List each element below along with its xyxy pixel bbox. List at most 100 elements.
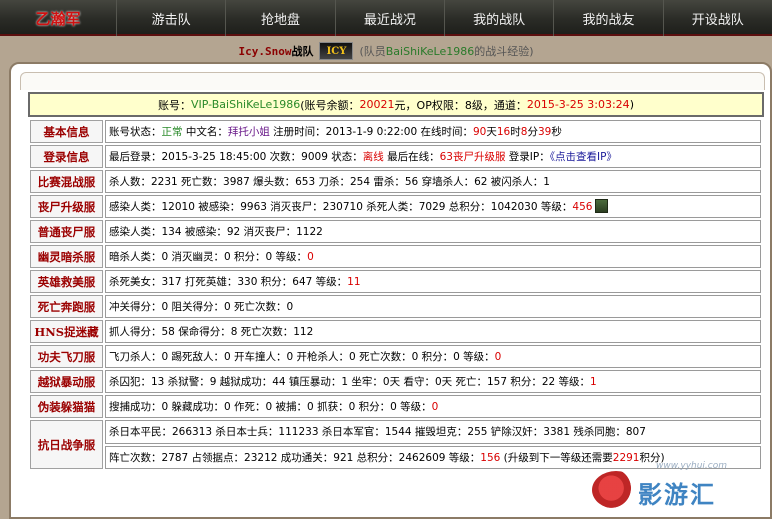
row-value-seg: (升级到下一等级还需要 <box>500 451 613 464</box>
nav-my-team[interactable]: 我的战队 <box>443 0 553 36</box>
stats-row: 英雄救美服 杀死美女：317 打死英雄：330 积分：647 等级：11 <box>30 270 761 293</box>
row-value-seg: 63丧尸升级服 <box>439 151 506 163</box>
row-values: 抓人得分：58 保命得分：8 死亡次数：112 <box>105 320 761 343</box>
row-value-seg: 时 <box>510 126 521 138</box>
stats-row: HNS捉迷藏 抓人得分：58 保命得分：8 死亡次数：112 <box>30 320 761 343</box>
stats-row: 幽灵暗杀服 暗杀人类：0 消灭幽灵：0 积分：0 等级：0 <box>30 245 761 268</box>
row-value-seg: 冲关得分：0 阻关得分：0 死亡次数：0 <box>109 301 294 313</box>
row-value-seg: 秒 <box>551 126 562 138</box>
row-values: 账号状态：正常 中文名：拜托小姐 注册时间：2013-1-9 0:22:00 在… <box>105 120 761 143</box>
row-value-seg: 0 <box>494 351 502 363</box>
row-values: 冲关得分：0 阻关得分：0 死亡次数：0 <box>105 295 761 318</box>
stats-panel: 账号： VIP-BaiShiKeLe1986 (账号余额： 20021 元，OP… <box>9 62 772 519</box>
row-category: 比赛混战服 <box>30 170 103 193</box>
row-value-seg: 0 <box>307 251 314 263</box>
row-value-seg: 最后登录：2015-3-25 18:45:00 次数：9009 状态： <box>109 151 363 163</box>
stats-row: 基本信息 账号状态：正常 中文名：拜托小姐 注册时间：2013-1-9 0:22:… <box>30 120 761 143</box>
row-category: 基本信息 <box>30 120 103 143</box>
row-value-seg: 39 <box>537 126 552 138</box>
row-value-seg: 456 <box>572 201 593 213</box>
account-balance: 20021 <box>359 98 395 111</box>
row-value-seg: 天 <box>486 126 497 138</box>
stats-row: 抗日战争服 杀日本平民：266313 杀日本士兵：111233 杀日本军官：154… <box>30 420 761 469</box>
row-values: 阵亡次数：2787 占领据点：23212 成功通关：921 总积分：246260… <box>105 445 761 469</box>
row-value-seg: 登录IP： <box>505 151 550 163</box>
note-suffix: 的战斗经验) <box>474 45 534 58</box>
account-id: VIP-BaiShiKeLe1986 <box>191 98 301 111</box>
panel-inner: 账号： VIP-BaiShiKeLe1986 (账号余额： 20021 元，OP… <box>26 92 772 471</box>
balance-label: (账号余额： <box>300 98 360 112</box>
stats-row: 登录信息 最后登录：2015-3-25 18:45:00 次数：9009 状态：离… <box>30 145 761 168</box>
stats-row: 越狱暴动服 杀囚犯：13 杀狱警：9 越狱成功：44 镇压暴动：1 坐牢：0天 看… <box>30 370 761 393</box>
row-value-seg: 90 <box>473 126 487 138</box>
row-value-seg: 暗杀人类：0 消灭幽灵：0 积分：0 等级： <box>109 251 308 263</box>
row-category: HNS捉迷藏 <box>30 320 103 343</box>
row-value-seg: 11 <box>347 276 361 288</box>
row-category: 越狱暴动服 <box>30 370 103 393</box>
row-values: 暗杀人类：0 消灭幽灵：0 积分：0 等级：0 <box>105 245 761 268</box>
row-value-seg: 拜托小姐 <box>227 126 270 138</box>
site-logo[interactable]: 乙瀚军 <box>0 0 116 36</box>
channel-expire: 2015-3-25 3:03:24 <box>526 98 630 111</box>
team-badge-icon: ICY <box>319 42 354 60</box>
row-value-seg: 账号状态： <box>109 126 162 138</box>
player-avatar-icon <box>595 199 609 213</box>
panel-frame <box>20 72 765 90</box>
row-values: 搜捕成功：0 躲藏成功：0 作死：0 被捕：0 抓获：0 积分：0 等级：0 <box>105 395 761 418</box>
nav-create-team[interactable]: 开设战队 <box>662 0 772 36</box>
row-category: 抗日战争服 <box>30 420 103 469</box>
account-label: 账号： <box>158 98 192 112</box>
nav-recent-battles[interactable]: 最近战况 <box>334 0 444 36</box>
row-value-seg: 156 <box>480 451 501 464</box>
row-value-seg: 注册时间：2013-1-9 0:22:00 在线时间： <box>269 126 473 138</box>
row-value-seg: 0 <box>431 401 439 413</box>
team-name[interactable]: Icy.Snow <box>238 45 291 58</box>
stats-row: 普通丧尸服 感染人类：134 被感染：92 消灭丧尸：1122 <box>30 220 761 243</box>
stats-row: 阵亡次数：2787 占领据点：23212 成功通关：921 总积分：246260… <box>30 445 761 469</box>
row-value-seg: 16 <box>496 126 511 138</box>
row-value-seg: 感染人类：12010 被感染：9963 消灭丧尸：230710 杀死人类：702… <box>109 201 573 213</box>
team-header: Icy.Snow 战队 ICY (队员BaiShiKeLe1986的战斗经验) <box>0 38 772 64</box>
row-value-seg: 阵亡次数：2787 占领据点：23212 成功通关：921 总积分：246260… <box>109 451 481 464</box>
balance-unit: 元，OP权限：8级，通道： <box>394 98 527 112</box>
row-values: 飞刀杀人：0 踢死敌人：0 开车撞人：0 开枪杀人：0 死亡次数：0 积分：0 … <box>105 345 761 368</box>
row-category: 伪装躲猫猫 <box>30 395 103 418</box>
nav-territory[interactable]: 抢地盘 <box>225 0 334 36</box>
account-summary: 账号： VIP-BaiShiKeLe1986 (账号余额： 20021 元，OP… <box>28 92 764 117</box>
row-value-seg: 2291 <box>612 451 640 464</box>
row-category: 登录信息 <box>30 145 103 168</box>
row-category: 死亡奔跑服 <box>30 295 103 318</box>
row-value-seg: 杀人数：2231 死亡数：3987 爆头数：653 刀杀：254 雷杀：56 穿… <box>109 176 550 188</box>
stats-row: 比赛混战服 杀人数：2231 死亡数：3987 爆头数：653 刀杀：254 雷杀… <box>30 170 761 193</box>
account-close: ) <box>629 98 634 111</box>
row-value-seg[interactable]: 《点击查看IP》 <box>550 151 617 163</box>
row-value-seg: 杀囚犯：13 杀狱警：9 越狱成功：44 镇压暴动：1 坐牢：0天 看守：0天 … <box>109 376 591 388</box>
note-prefix: (队员 <box>359 45 386 58</box>
row-value-seg: 分 <box>527 126 538 138</box>
row-value-seg: 抓人得分：58 保命得分：8 死亡次数：112 <box>109 326 314 338</box>
nav-my-comrades[interactable]: 我的战友 <box>553 0 662 36</box>
row-values: 杀人数：2231 死亡数：3987 爆头数：653 刀杀：254 雷杀：56 穿… <box>105 170 761 193</box>
team-suffix: 战队 <box>291 45 314 58</box>
row-values: 感染人类：134 被感染：92 消灭丧尸：1122 <box>105 220 761 243</box>
row-value-seg: 感染人类：134 被感染：92 消灭丧尸：1122 <box>109 226 323 238</box>
row-category: 丧尸升级服 <box>30 195 103 218</box>
row-value-seg: 中文名： <box>182 126 228 138</box>
row-values: 杀日本平民：266313 杀日本士兵：111233 杀日本军官：1544 摧毁坦… <box>105 420 761 444</box>
row-category: 幽灵暗杀服 <box>30 245 103 268</box>
stats-table: 基本信息 账号状态：正常 中文名：拜托小姐 注册时间：2013-1-9 0:22:… <box>28 118 763 471</box>
nav-guerrilla[interactable]: 游击队 <box>116 0 225 36</box>
member-note: (队员BaiShiKeLe1986的战斗经验) <box>359 43 533 59</box>
watermark-logo-icon <box>592 471 640 509</box>
row-value-seg: 正常 <box>161 126 183 138</box>
row-values: 最后登录：2015-3-25 18:45:00 次数：9009 状态：离线 最后… <box>105 145 761 168</box>
stats-row: 功夫飞刀服 飞刀杀人：0 踢死敌人：0 开车撞人：0 开枪杀人：0 死亡次数：0 … <box>30 345 761 368</box>
stats-row: 死亡奔跑服 冲关得分：0 阻关得分：0 死亡次数：0 <box>30 295 761 318</box>
member-name[interactable]: BaiShiKeLe1986 <box>386 45 474 58</box>
row-value-seg: 最后在线： <box>383 151 440 163</box>
row-values: 杀死美女：317 打死英雄：330 积分：647 等级：11 <box>105 270 761 293</box>
row-category: 功夫飞刀服 <box>30 345 103 368</box>
row-value-seg: 杀死美女：317 打死英雄：330 积分：647 等级： <box>109 276 348 288</box>
row-value-seg: 搜捕成功：0 躲藏成功：0 作死：0 被捕：0 抓获：0 积分：0 等级： <box>109 401 432 413</box>
row-value-seg: 1 <box>590 376 597 388</box>
